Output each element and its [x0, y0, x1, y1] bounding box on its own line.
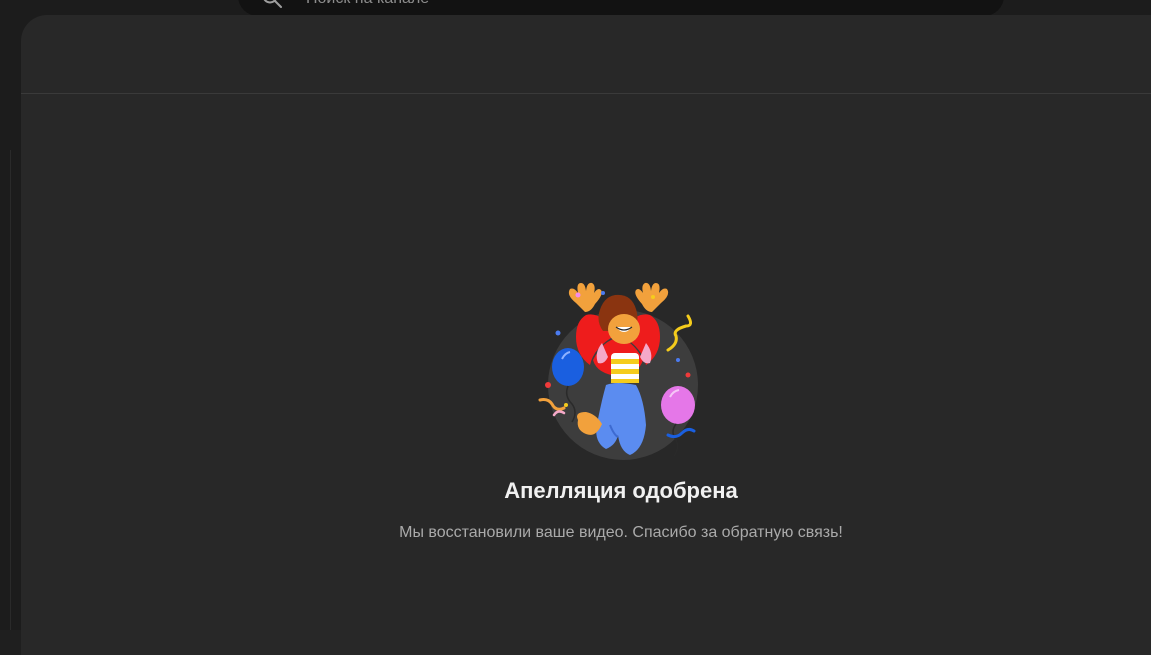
dialog-title: Апелляция одобрена — [504, 478, 738, 503]
celebration-illustration — [518, 275, 698, 465]
dialog-message: Мы восстановили ваше видео. Спасибо за о… — [399, 524, 843, 541]
search-icon[interactable] — [260, 0, 284, 10]
dialog-header — [21, 15, 1151, 94]
sidebar-edge — [10, 150, 11, 630]
search-input[interactable]: Поиск на канале — [306, 0, 429, 8]
channel-search-bar[interactable]: Поиск на канале — [238, 0, 1004, 16]
